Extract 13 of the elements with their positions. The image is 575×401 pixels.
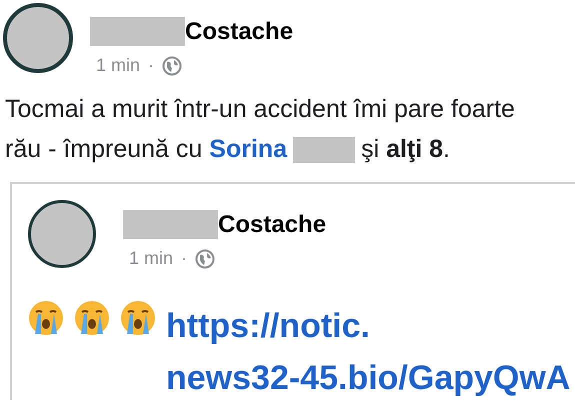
link[interactable]: https://notic. news32-45.bio/GapyQwA [166,300,570,401]
post-text: Tocmai a murit într-un accident îmi pare foarte rău - împreună cu Sorina şi alţi 8. [4,94,516,166]
crying-face-icon [74,300,110,336]
post-time: 1 min [96,54,140,77]
crying-face-icon [28,300,64,336]
dot-separator: · [181,247,188,270]
redacted-block [293,137,356,164]
author-name[interactable]: Costache [185,17,294,46]
post-time: 1 min [129,247,174,270]
author-name[interactable]: Costache [218,210,326,239]
crying-face-icon [120,300,156,336]
dot-separator: · [148,54,154,77]
mention-link[interactable]: Sorina [209,135,288,163]
